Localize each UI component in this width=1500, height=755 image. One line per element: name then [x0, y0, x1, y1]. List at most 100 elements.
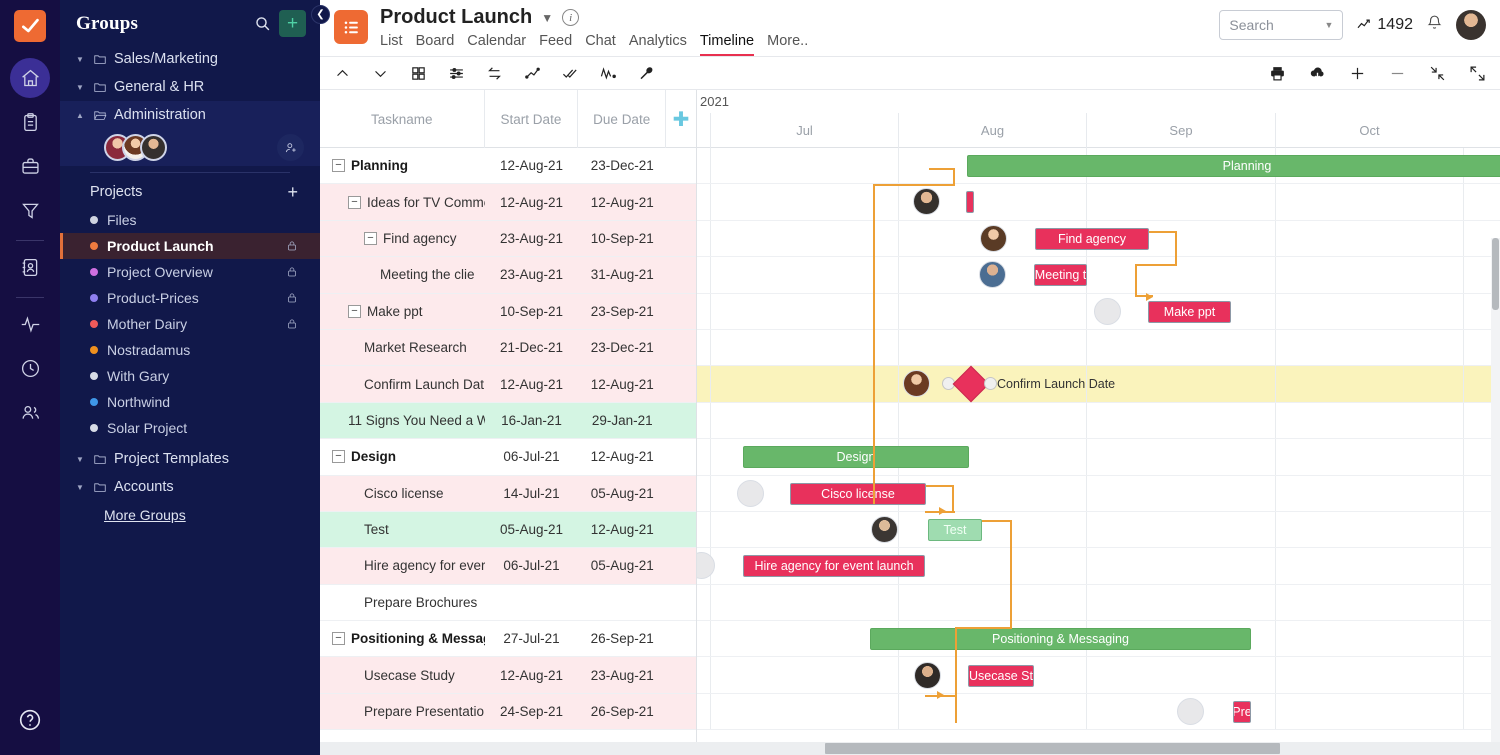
activity-icon[interactable] — [10, 304, 50, 344]
user-avatar[interactable] — [1456, 10, 1486, 40]
assignee-avatar[interactable] — [980, 224, 1007, 252]
row-expander-icon[interactable]: − — [348, 195, 361, 209]
assignee-avatar[interactable] — [914, 661, 941, 689]
wrench-icon[interactable] — [638, 65, 655, 82]
people-icon[interactable] — [10, 392, 50, 432]
assignee-avatar[interactable] — [737, 479, 764, 507]
baseline-icon[interactable] — [600, 65, 617, 82]
project-item-nostradamus[interactable]: Nostradamus — [60, 337, 320, 363]
vertical-scrollbar[interactable] — [1491, 238, 1500, 742]
home-icon[interactable] — [10, 58, 50, 98]
tab-more[interactable]: More.. — [767, 33, 808, 56]
gantt-bar-hire-agency-for-event-launch[interactable]: Hire agency for event launch — [743, 555, 925, 578]
table-row[interactable]: − Find agency 23-Aug-21 10-Sep-21 — [320, 220, 696, 258]
tab-board[interactable]: Board — [416, 33, 455, 56]
table-row[interactable]: Confirm Launch Dat 12-Aug-21 12-Aug-21 — [320, 366, 696, 403]
table-row[interactable]: Hire agency for ever 06-Jul-21 05-Aug-21 — [320, 548, 696, 585]
assignee-avatar[interactable] — [1094, 297, 1121, 325]
critical-path-icon[interactable] — [524, 65, 541, 82]
bell-icon[interactable] — [1426, 13, 1443, 37]
tab-calendar[interactable]: Calendar — [467, 33, 526, 56]
info-icon[interactable]: i — [562, 9, 580, 26]
project-item-project-overview[interactable]: Project Overview — [60, 259, 320, 285]
group-item-administration[interactable]: ▲ Administration — [60, 101, 320, 129]
group-item-sales-marketing[interactable]: ▼ Sales/Marketing — [60, 45, 320, 73]
add-person-icon[interactable] — [277, 134, 304, 161]
points-indicator[interactable]: 1492 — [1356, 16, 1413, 34]
project-item-product-prices[interactable]: Product-Prices — [60, 285, 320, 311]
clipboard-icon[interactable] — [10, 102, 50, 142]
sidebar-collapse-button[interactable]: ❮ — [311, 5, 330, 24]
zoom-in-icon[interactable] — [1349, 65, 1366, 82]
print-icon[interactable] — [1269, 65, 1286, 82]
timeline-row[interactable] — [697, 329, 1500, 367]
tab-timeline[interactable]: Timeline — [699, 33, 755, 56]
project-item-mother-dairy[interactable]: Mother Dairy — [60, 311, 320, 337]
gantt-bar-pre[interactable]: Pre — [1233, 701, 1251, 723]
funnel-icon[interactable] — [10, 190, 50, 230]
collapse-screen-icon[interactable] — [1429, 65, 1446, 82]
gantt-bar-make-ppt[interactable]: Make ppt — [1148, 300, 1231, 323]
timeline-row[interactable] — [697, 693, 1500, 731]
table-row[interactable]: − Design 06-Jul-21 12-Aug-21 — [320, 439, 696, 476]
assignee-avatar[interactable] — [871, 516, 898, 543]
row-expander-icon[interactable]: − — [332, 159, 345, 173]
tab-analytics[interactable]: Analytics — [629, 33, 687, 56]
collapse-up-icon[interactable] — [334, 65, 351, 82]
chevron-down-icon[interactable]: ▼ — [541, 11, 553, 25]
table-row[interactable]: Prepare Brochures — [320, 584, 696, 622]
assignee-avatar[interactable] — [979, 261, 1006, 289]
gantt-bar-find-agency[interactable]: Find agency — [1035, 227, 1149, 250]
tab-list[interactable]: List — [380, 33, 403, 56]
clock-icon[interactable] — [10, 348, 50, 388]
double-check-icon[interactable] — [562, 65, 579, 82]
fullscreen-icon[interactable] — [1469, 65, 1486, 82]
vertical-scroll-thumb[interactable] — [1492, 238, 1499, 310]
project-item-solar-project[interactable]: Solar Project — [60, 415, 320, 441]
gantt-bar-unnamed[interactable] — [966, 191, 974, 214]
gantt-bar-meeting-t[interactable]: Meeting t — [1034, 264, 1087, 287]
table-row[interactable]: Market Research 21-Dec-21 23-Dec-21 — [320, 329, 696, 367]
project-item-files[interactable]: Files — [60, 207, 320, 233]
timeline-row[interactable] — [697, 402, 1500, 440]
gantt-bar-design[interactable]: Design — [743, 446, 969, 469]
table-row[interactable]: 11 Signs You Need a W 16-Jan-21 29-Jan-21 — [320, 402, 696, 440]
group-item-accounts[interactable]: ▼ Accounts — [60, 473, 320, 501]
table-row[interactable]: − Planning 12-Aug-21 23-Dec-21 — [320, 148, 696, 185]
table-row[interactable]: Usecase Study 12-Aug-21 23-Aug-21 — [320, 657, 696, 694]
assignee-avatar[interactable] — [1177, 698, 1204, 725]
contacts-icon[interactable] — [10, 247, 50, 287]
avatar[interactable] — [140, 134, 167, 161]
column-header-due-date[interactable]: Due Date — [578, 90, 667, 148]
timeline-row[interactable] — [697, 184, 1500, 221]
timeline-row[interactable] — [697, 511, 1500, 549]
project-item-northwind[interactable]: Northwind — [60, 389, 320, 415]
tab-feed[interactable]: Feed — [539, 33, 572, 56]
help-circle-icon[interactable] — [18, 708, 42, 737]
row-expander-icon[interactable]: − — [332, 632, 345, 646]
swap-arrows-icon[interactable] — [486, 65, 503, 82]
table-row[interactable]: Prepare Presentation 24-Sep-21 26-Sep-21 — [320, 693, 696, 731]
more-groups-link[interactable]: More Groups — [60, 501, 320, 529]
table-row[interactable]: − Make ppt 10-Sep-21 23-Sep-21 — [320, 293, 696, 330]
avatar-stack[interactable] — [104, 134, 167, 161]
row-expander-icon[interactable]: − — [364, 231, 377, 245]
group-item-project-templates[interactable]: ▼ Project Templates — [60, 441, 320, 473]
search-icon[interactable] — [254, 15, 271, 32]
timeline-row[interactable] — [697, 257, 1500, 294]
add-column-button[interactable]: ✚ — [666, 90, 696, 148]
column-header-start-date[interactable]: Start Date — [485, 90, 579, 148]
timeline-row[interactable] — [697, 657, 1500, 694]
milestone-label[interactable]: Confirm Launch Date — [997, 377, 1115, 391]
group-item-general-hr[interactable]: ▼ General & HR — [60, 73, 320, 101]
gantt-bar-test[interactable]: Test — [928, 519, 982, 541]
horizontal-scroll-thumb[interactable] — [825, 743, 1280, 754]
table-row[interactable]: Test 05-Aug-21 12-Aug-21 — [320, 511, 696, 549]
row-expander-icon[interactable]: − — [332, 450, 345, 464]
table-row[interactable]: Meeting the clie 23-Aug-21 31-Aug-21 — [320, 257, 696, 294]
add-project-button[interactable]: + — [287, 183, 298, 201]
timeline-row[interactable] — [697, 584, 1500, 622]
add-group-button[interactable]: + — [279, 10, 306, 37]
tab-chat[interactable]: Chat — [585, 33, 616, 56]
gantt-bar-usecase-st[interactable]: Usecase St — [968, 664, 1034, 687]
